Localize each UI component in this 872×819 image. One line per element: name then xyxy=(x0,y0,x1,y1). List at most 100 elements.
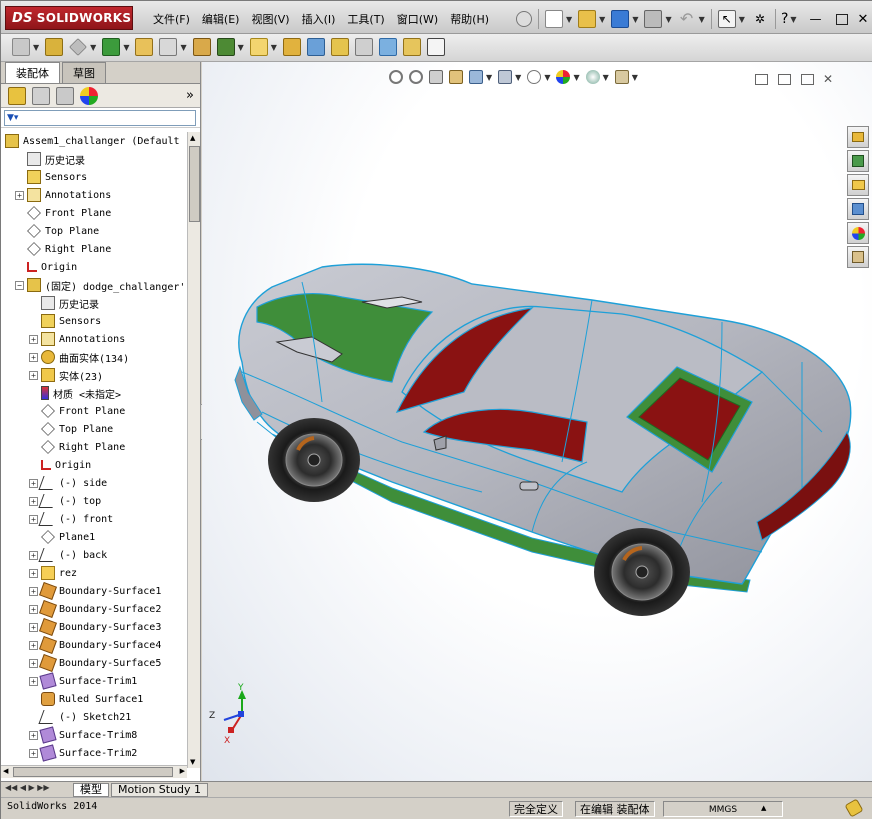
configuration-manager-icon[interactable] xyxy=(56,86,74,105)
scroll-down-icon[interactable]: ▼ xyxy=(190,758,195,766)
open-folder-icon[interactable] xyxy=(578,10,597,28)
tree-item[interactable]: + rez xyxy=(29,564,77,582)
tree-filter-input[interactable]: ▼▾ xyxy=(4,109,196,126)
tree-item[interactable]: + (-) top xyxy=(29,492,101,510)
tree-item[interactable]: + Surface-Trim1 xyxy=(29,672,137,690)
interference-detection-icon[interactable] xyxy=(354,38,373,56)
tree-item[interactable]: Right Plane xyxy=(15,240,111,258)
view-palette-icon[interactable] xyxy=(847,198,869,220)
tree-item[interactable]: Sensors xyxy=(15,168,87,186)
scroll-up-icon[interactable]: ▲ xyxy=(190,134,195,142)
tree-item[interactable]: Sensors xyxy=(29,312,101,330)
rebuild-tag-icon[interactable] xyxy=(844,798,864,818)
pin-icon[interactable] xyxy=(516,11,532,27)
undo-icon[interactable]: ↶ xyxy=(678,10,696,28)
tree-horizontal-scrollbar[interactable]: ◀ ▶ xyxy=(1,765,187,778)
expand-icon[interactable]: + xyxy=(29,622,38,632)
tree-item[interactable]: Ruled Surface1 xyxy=(29,690,143,708)
chevron-down-icon[interactable]: ▼ xyxy=(790,15,796,24)
expand-icon[interactable]: + xyxy=(29,334,38,344)
restore-button[interactable] xyxy=(835,13,848,25)
tab-nav-arrows-icon[interactable]: ◀◀ ◀ ▶ ▶▶ xyxy=(5,783,50,792)
expand-icon[interactable]: + xyxy=(29,730,38,740)
chevron-down-icon[interactable]: ▼ xyxy=(271,43,277,52)
tree-item[interactable]: Origin xyxy=(29,456,91,474)
solidworks-logo[interactable]: DS SOLIDWORKS xyxy=(5,6,133,30)
tree-item[interactable]: 历史记录 xyxy=(29,294,99,312)
reference-geometry-icon[interactable] xyxy=(216,38,235,56)
tree-item[interactable]: + Boundary-Surface1 xyxy=(29,582,161,600)
select-pointer-icon[interactable]: ↖ xyxy=(717,10,736,28)
menu-file[interactable]: 文件(F) xyxy=(147,11,196,27)
horizontal-scrollbar-thumb[interactable] xyxy=(13,767,173,777)
feature-manager-tree-icon[interactable] xyxy=(8,86,26,105)
mate-icon[interactable] xyxy=(45,38,64,56)
menu-insert[interactable]: 插入(I) xyxy=(296,11,342,27)
expand-icon[interactable]: + xyxy=(29,640,38,650)
menu-window[interactable]: 窗口(W) xyxy=(391,11,444,27)
chevron-down-icon[interactable]: ▼ xyxy=(90,43,96,52)
tree-item[interactable]: 材质 <未指定> xyxy=(29,384,121,402)
menu-tools[interactable]: 工具(T) xyxy=(341,11,390,27)
insert-component-icon[interactable] xyxy=(12,38,30,56)
menu-help[interactable]: 帮助(H) xyxy=(444,11,495,27)
bill-of-materials-icon[interactable] xyxy=(282,38,301,56)
expand-icon[interactable]: + xyxy=(29,370,38,380)
appearances-scenes-icon[interactable] xyxy=(847,222,869,244)
expand-panel-icon[interactable]: » xyxy=(186,88,194,103)
tree-item[interactable]: Right Plane xyxy=(29,438,125,456)
custom-properties-icon[interactable] xyxy=(847,246,869,268)
tree-item[interactable]: + (-) side xyxy=(29,474,107,492)
expand-icon[interactable]: + xyxy=(29,352,38,362)
tree-item[interactable]: + Boundary-Surface4 xyxy=(29,636,161,654)
tree-item[interactable]: + 实体(23) xyxy=(29,366,103,384)
scroll-right-icon[interactable]: ▶ xyxy=(180,767,185,775)
chevron-down-icon[interactable]: ▼ xyxy=(123,43,129,52)
tab-motion-study-1[interactable]: Motion Study 1 xyxy=(111,782,209,797)
tree-item[interactable]: + Boundary-Surface5 xyxy=(29,654,161,672)
chevron-down-icon[interactable]: ▼ xyxy=(566,15,572,24)
expand-icon[interactable]: + xyxy=(29,658,38,668)
new-document-icon[interactable] xyxy=(545,10,563,28)
tree-item[interactable]: + Annotations xyxy=(15,186,111,204)
chevron-down-icon[interactable]: ▼ xyxy=(599,15,605,24)
chevron-down-icon[interactable]: ▼ xyxy=(180,43,186,52)
expand-icon[interactable]: + xyxy=(29,586,38,596)
chevron-down-icon[interactable]: ▼ xyxy=(699,15,705,24)
file-explorer-icon[interactable] xyxy=(847,174,869,196)
menu-view[interactable]: 视图(V) xyxy=(245,11,295,27)
chevron-down-icon[interactable]: ▼ xyxy=(665,15,671,24)
tree-item[interactable]: + Annotations xyxy=(29,330,125,348)
expand-icon[interactable]: + xyxy=(29,604,38,614)
tree-item[interactable]: Plane1 xyxy=(29,528,95,546)
chevron-down-icon[interactable]: ▼ xyxy=(739,15,745,24)
expand-icon[interactable]: + xyxy=(29,568,38,578)
graphics-area[interactable]: ▼ ▼ ▼ ▼ ▼ ▼ ✕ Y Z X xyxy=(202,62,872,782)
menu-edit[interactable]: 编辑(E) xyxy=(196,11,246,27)
tab-assembly[interactable]: 装配体 xyxy=(5,62,60,83)
expand-icon[interactable]: + xyxy=(29,496,38,506)
tree-item[interactable]: + (-) front xyxy=(29,510,113,528)
save-icon[interactable] xyxy=(611,10,630,28)
expand-icon[interactable]: + xyxy=(29,514,38,524)
design-library-icon[interactable] xyxy=(847,150,869,172)
tree-item[interactable]: Top Plane xyxy=(29,420,113,438)
new-motion-study-icon[interactable] xyxy=(249,38,268,56)
tree-item[interactable]: + 曲面实体(134) xyxy=(29,348,129,366)
expand-icon[interactable]: + xyxy=(29,550,38,560)
explode-line-sketch-icon[interactable] xyxy=(330,38,349,56)
close-button[interactable]: ✕ xyxy=(858,12,869,27)
print-icon[interactable] xyxy=(644,10,663,28)
tree-item[interactable]: 历史记录 xyxy=(15,150,85,168)
assembly-features-icon[interactable] xyxy=(192,38,211,56)
minimize-button[interactable]: — xyxy=(810,12,822,26)
exploded-view-icon[interactable] xyxy=(306,38,325,56)
expand-icon[interactable]: + xyxy=(15,190,24,200)
clearance-verification-icon[interactable] xyxy=(378,38,397,56)
expand-icon[interactable]: + xyxy=(29,478,38,488)
options-gear-icon[interactable]: ✲ xyxy=(751,10,769,28)
tree-item[interactable]: + (-) back xyxy=(29,546,107,564)
tree-item[interactable]: − (固定) dodge_challanger' xyxy=(15,276,185,294)
linear-pattern-icon[interactable] xyxy=(69,38,88,56)
tree-item[interactable]: + Boundary-Surface3 xyxy=(29,618,161,636)
